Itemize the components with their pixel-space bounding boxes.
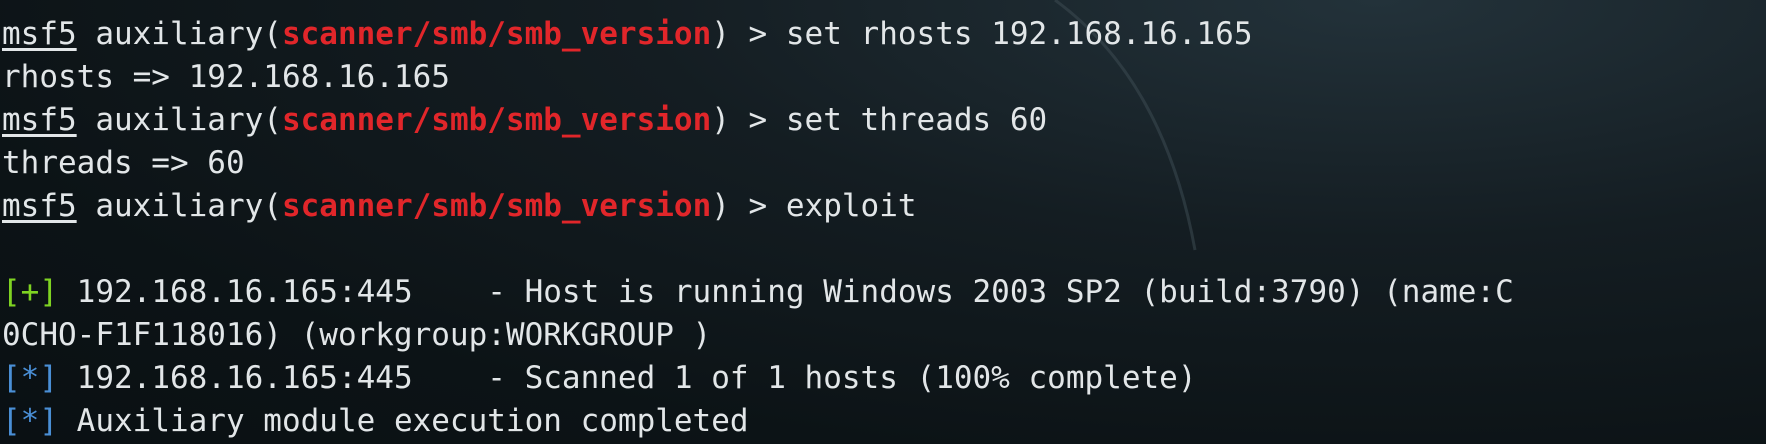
result-line-continued: 0CHO-F1F118016) (workgroup:WORKGROUP ): [2, 317, 712, 353]
msf-prompt: msf5: [2, 188, 77, 224]
prompt-prefix: auxiliary(: [76, 16, 282, 52]
prompt-prefix: auxiliary(: [76, 188, 282, 224]
command-text: ) > set threads 60: [711, 102, 1048, 138]
msf-prompt: msf5: [2, 16, 77, 52]
command-text: ) > set rhosts 192.168.16.165: [711, 16, 1253, 52]
output-line: threads => 60: [2, 145, 245, 181]
module-name: scanner/smb/smb_version: [281, 188, 712, 224]
status-line: [*] 192.168.16.165:445 - Scanned 1 of 1 …: [2, 357, 1514, 400]
msf-prompt: msf5: [2, 102, 77, 138]
output-line: rhosts => 192.168.16.165: [2, 59, 450, 95]
status-text: 192.168.16.165:445 - Scanned 1 of 1 host…: [58, 360, 1197, 396]
command-text: ) > exploit: [711, 188, 917, 224]
terminal-output: msf5 auxiliary(scanner/smb/smb_version) …: [2, 13, 1514, 443]
terminal-window[interactable]: msf5 auxiliary(scanner/smb/smb_version) …: [0, 0, 1766, 444]
module-name: scanner/smb/smb_version: [281, 102, 712, 138]
prompt-line: msf5 auxiliary(scanner/smb/smb_version) …: [2, 13, 1514, 56]
prompt-line: msf5 auxiliary(scanner/smb/smb_version) …: [2, 99, 1514, 142]
status-text: Auxiliary module execution completed: [58, 403, 749, 439]
module-name: scanner/smb/smb_version: [281, 16, 712, 52]
prompt-line: msf5 auxiliary(scanner/smb/smb_version) …: [2, 185, 1514, 228]
prompt-prefix: auxiliary(: [76, 102, 282, 138]
status-line: [*] Auxiliary module execution completed: [2, 400, 1514, 443]
info-tag: [*]: [2, 360, 58, 396]
result-line: [+] 192.168.16.165:445 - Host is running…: [2, 271, 1514, 314]
info-tag: [*]: [2, 403, 58, 439]
success-tag: [+]: [2, 274, 58, 310]
result-text: 192.168.16.165:445 - Host is running Win…: [58, 274, 1514, 310]
